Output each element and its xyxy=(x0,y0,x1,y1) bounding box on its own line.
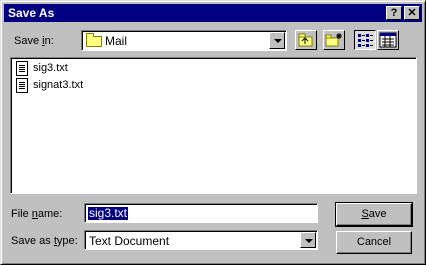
folder-icon xyxy=(86,33,102,47)
save-as-type-select[interactable]: Text Document xyxy=(84,230,318,250)
title-bar[interactable]: Save As ? ✕ xyxy=(4,4,422,22)
list-item[interactable]: sig3.txt xyxy=(15,61,85,77)
file-list[interactable]: sig3.txt signat3.txt xyxy=(10,57,417,194)
save-in-label: Save in: xyxy=(14,35,54,47)
details-view-button[interactable] xyxy=(377,30,399,50)
up-one-level-icon xyxy=(298,33,313,47)
file-name: sig3.txt xyxy=(33,62,68,74)
close-button[interactable]: ✕ xyxy=(404,6,420,20)
file-name-label: File name: xyxy=(11,208,63,220)
save-as-dialog: Save As ? ✕ Save in: Mail sig3.txt signa… xyxy=(0,0,426,265)
list-item[interactable]: signat3.txt xyxy=(15,78,95,94)
save-as-type-value: Text Document xyxy=(89,234,170,248)
details-view-icon xyxy=(379,32,397,48)
create-new-folder-button[interactable] xyxy=(323,30,345,50)
file-name-value: sig3.txt xyxy=(86,206,130,221)
up-one-level-button[interactable] xyxy=(295,30,317,50)
chevron-down-icon[interactable] xyxy=(269,32,285,49)
text-file-icon xyxy=(16,61,28,76)
text-file-icon xyxy=(16,78,28,93)
save-as-type-label: Save as type: xyxy=(11,235,78,247)
save-button[interactable]: Save xyxy=(335,202,413,227)
save-in-combobox[interactable]: Mail xyxy=(81,30,287,51)
list-view-icon xyxy=(358,34,373,47)
list-view-button[interactable] xyxy=(354,30,376,50)
save-in-folder: Mail xyxy=(105,34,128,48)
cancel-button[interactable]: Cancel xyxy=(336,231,412,254)
file-name: signat3.txt xyxy=(33,79,84,91)
create-new-folder-icon xyxy=(325,33,342,47)
help-button[interactable]: ? xyxy=(386,6,402,20)
chevron-down-icon[interactable] xyxy=(300,232,316,248)
file-name-input[interactable]: sig3.txt xyxy=(84,203,318,223)
window-title: Save As xyxy=(8,6,55,20)
